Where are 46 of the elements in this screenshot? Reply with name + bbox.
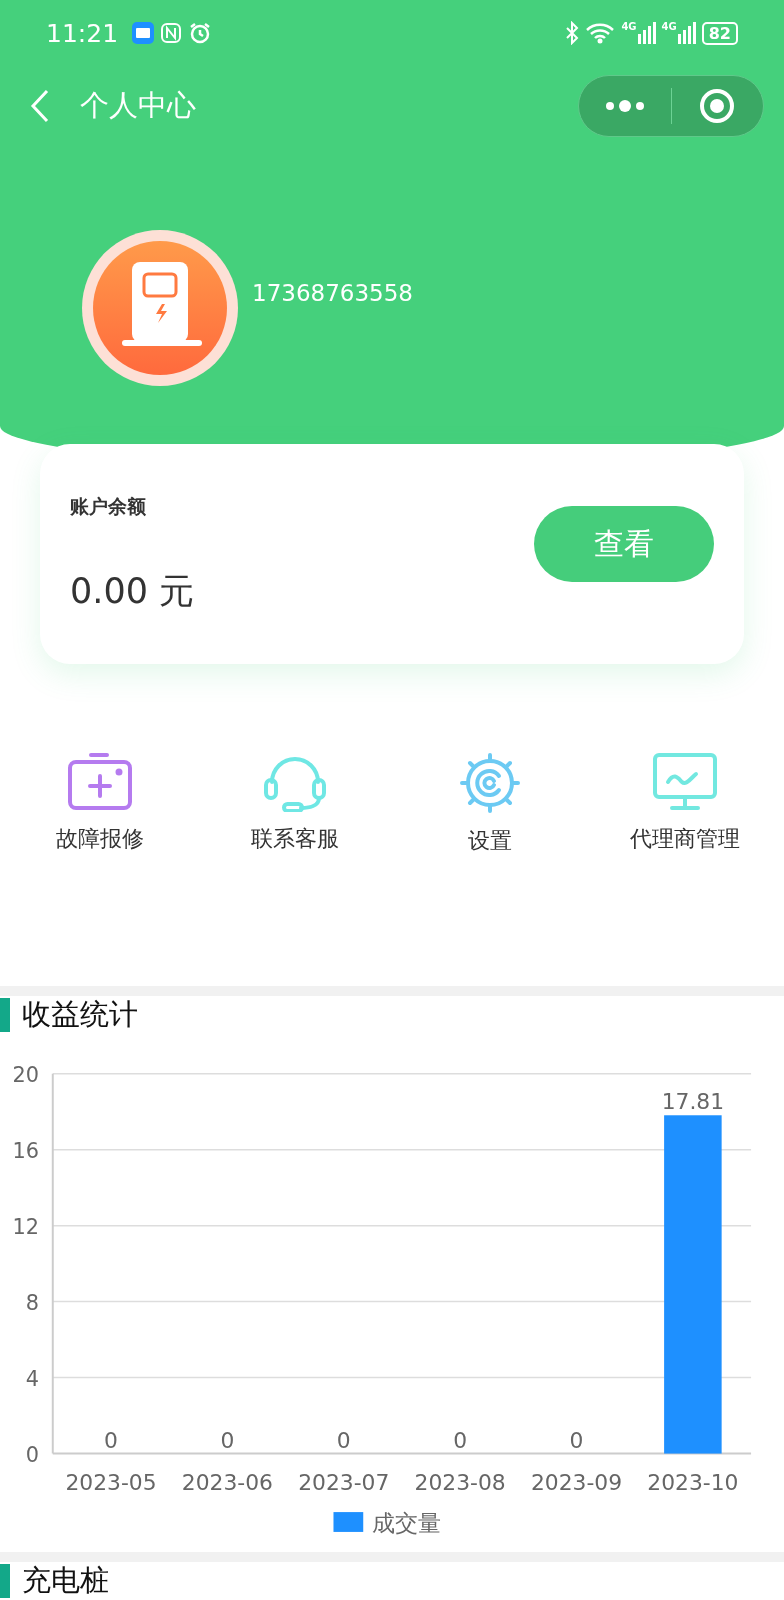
data-label: 0 <box>336 1427 351 1453</box>
menu-label[interactable]: 设置 <box>467 826 512 857</box>
bluetooth-icon <box>565 21 580 45</box>
balance-label: 账户余额 <box>70 493 147 519</box>
battery-level: 82 <box>701 21 738 45</box>
axis-tick-label: 16 <box>12 1138 39 1163</box>
message-icon <box>132 22 155 44</box>
more-icon[interactable] <box>604 100 645 112</box>
axis-tick-label: 12 <box>12 1214 39 1239</box>
signal-icon <box>677 22 696 44</box>
nfc-icon <box>160 22 183 44</box>
balance-amount: 0.00 元 <box>70 569 195 613</box>
axis-tick-label: 2023-05 <box>65 1470 157 1496</box>
menu-label[interactable]: 联系客服 <box>250 824 339 855</box>
axis-tick-label: 2023-06 <box>181 1470 273 1496</box>
data-label: 0 <box>220 1427 235 1453</box>
wifi-icon <box>585 22 616 44</box>
close-icon[interactable] <box>699 88 736 124</box>
data-label: 0 <box>104 1427 118 1453</box>
axis-tick-label: 8 <box>25 1290 39 1315</box>
medical-case-icon[interactable] <box>66 752 133 813</box>
axis-tick-label: 4 <box>25 1366 39 1391</box>
section-accent-bar <box>0 1564 10 1598</box>
page-title: 个人中心 <box>80 87 197 124</box>
axis-tick-label: 20 <box>12 1062 39 1087</box>
data-label: 0 <box>453 1427 468 1453</box>
axis-tick-label: 2023-09 <box>530 1470 623 1496</box>
section-title: 充电桩 <box>22 1562 109 1599</box>
axis-tick-label: 2023-07 <box>298 1470 390 1496</box>
axis-tick-label: 2023-08 <box>414 1470 506 1496</box>
menu-label[interactable]: 故障报修 <box>55 824 144 855</box>
monitor-icon[interactable] <box>651 752 718 813</box>
legend-label: 成交量 <box>372 1510 442 1537</box>
network-type-label: 4G <box>621 22 637 32</box>
signal-icon <box>637 22 656 44</box>
status-time: 11:21 <box>46 18 119 48</box>
axis-tick-label: 0 <box>25 1442 39 1467</box>
phone-number: 17368763558 <box>252 280 413 306</box>
menu-label[interactable]: 代理商管理 <box>629 824 740 855</box>
data-label: 0 <box>569 1427 584 1453</box>
section-accent-bar <box>0 998 10 1033</box>
section-title: 收益统计 <box>22 996 138 1034</box>
back-icon[interactable] <box>30 89 50 123</box>
network-type-label: 4G <box>661 22 677 32</box>
data-label: 17.81 <box>661 1089 725 1115</box>
axis-tick-label: 2023-10 <box>647 1470 739 1496</box>
